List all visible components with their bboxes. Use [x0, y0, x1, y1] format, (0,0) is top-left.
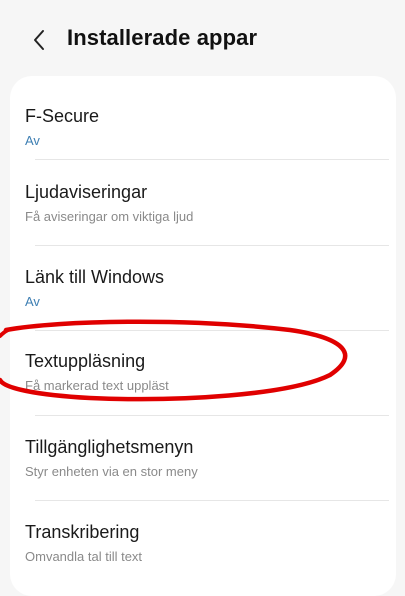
divider — [35, 159, 389, 160]
app-bar: Installerade appar — [0, 0, 405, 76]
list-item-title: Transkribering — [25, 522, 140, 542]
list-item-subtitle: Få aviseringar om viktiga ljud — [25, 209, 194, 224]
list-item-subtitle: Få markerad text uppläst — [25, 378, 169, 393]
list-item-ljudaviseringar[interactable]: Ljudaviseringar Få aviseringar om viktig… — [25, 172, 389, 244]
list-item-transkribering[interactable]: Transkribering Omvandla tal till text — [25, 513, 389, 576]
list-item-title: Textuppläsning — [25, 351, 146, 371]
page-title: Installerade appar — [67, 25, 258, 50]
back-button[interactable] — [26, 22, 52, 58]
divider — [35, 500, 389, 501]
list-item-subtitle: Av — [25, 133, 40, 148]
list-item-subtitle: Styr enheten via en stor meny — [25, 464, 198, 479]
list-item-title: Ljudaviseringar — [25, 182, 148, 202]
list-item-textupplasning[interactable]: Textuppläsning Få markerad text uppläst — [25, 343, 389, 415]
divider — [35, 330, 389, 331]
chevron-left-icon — [34, 30, 44, 50]
list-item-title: Länk till Windows — [25, 267, 165, 287]
list-item-tillganglighetsmenyn[interactable]: Tillgänglighetsmenyn Styr enheten via en… — [25, 428, 389, 500]
divider — [35, 245, 389, 246]
list-item-subtitle: Omvandla tal till text — [25, 549, 143, 564]
divider — [35, 415, 389, 416]
list-item-f-secure[interactable]: F-Secure Av — [25, 96, 389, 160]
list-item-subtitle: Av — [25, 294, 40, 309]
list-item-title: F-Secure — [25, 106, 100, 126]
list-item-title: Tillgänglighetsmenyn — [25, 437, 194, 457]
list-item-lank-till-windows[interactable]: Länk till Windows Av — [25, 258, 389, 330]
